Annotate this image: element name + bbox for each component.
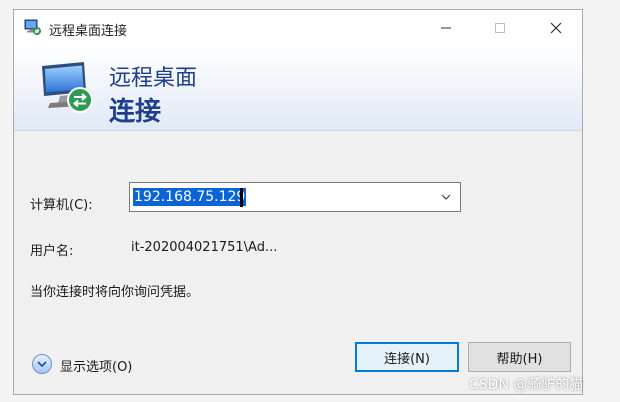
computer-combobox[interactable]: 192.168.75.129 bbox=[129, 182, 461, 212]
chevron-down-icon[interactable] bbox=[440, 191, 452, 203]
title-bar: 远程桌面连接 bbox=[14, 10, 582, 46]
close-icon bbox=[550, 22, 562, 34]
text-cursor bbox=[240, 188, 243, 207]
banner-title-line1: 远程桌面 bbox=[109, 66, 198, 91]
credential-note: 当你连接时将向你询问凭据。 bbox=[30, 285, 200, 300]
close-button[interactable] bbox=[532, 10, 580, 46]
watermark-text: CSDN @骑驴的猫 bbox=[469, 377, 584, 393]
username-value: it-202004021751\Ad... bbox=[131, 240, 278, 255]
header-banner: 远程桌面 连接 bbox=[14, 46, 582, 131]
computer-input-value[interactable]: 192.168.75.129 bbox=[133, 188, 247, 206]
minimize-icon bbox=[441, 27, 451, 29]
username-label: 用户名: bbox=[30, 244, 74, 259]
help-button[interactable]: 帮助(H) bbox=[468, 342, 571, 372]
banner-title-line2: 连接 bbox=[109, 97, 162, 127]
maximize-button[interactable] bbox=[476, 10, 524, 46]
remote-desktop-app-icon bbox=[24, 19, 41, 35]
maximize-icon bbox=[495, 23, 505, 33]
connect-button[interactable]: 连接(N) bbox=[355, 342, 459, 372]
minimize-button[interactable] bbox=[422, 10, 470, 46]
remote-desktop-window: 远程桌面连接 远程桌面 连接 计算机(C): 192.168.75.129 用户… bbox=[13, 9, 583, 395]
show-options-toggle[interactable] bbox=[32, 354, 52, 374]
remote-desktop-monitor-icon bbox=[42, 62, 93, 113]
show-options-label[interactable]: 显示选项(O) bbox=[60, 356, 132, 375]
chevron-down-icon bbox=[37, 361, 47, 368]
window-title: 远程桌面连接 bbox=[49, 24, 128, 39]
computer-label: 计算机(C): bbox=[30, 198, 93, 213]
